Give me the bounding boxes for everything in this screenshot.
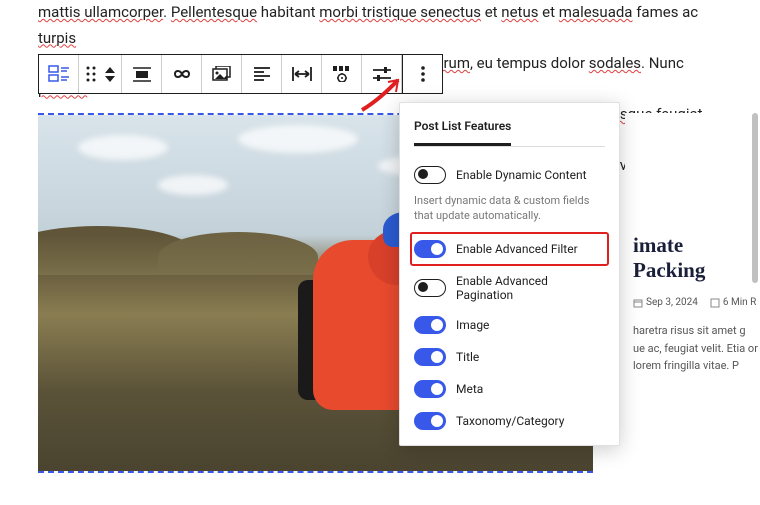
toggle-label: Image [456, 318, 489, 332]
calendar-icon: Sep 3, 2024 [633, 297, 698, 308]
clock-icon: 6 Min R [710, 297, 756, 308]
toggle-advfilter[interactable] [414, 240, 446, 258]
toggle-label: Title [456, 350, 479, 364]
infinity-icon[interactable] [162, 55, 202, 93]
toggle-row-tax[interactable]: Taxonomy/Category [414, 405, 605, 437]
sliders-icon[interactable] [362, 55, 402, 93]
sidebar-post-card: imate Packing Sep 3, 2024 6 Min R haretr… [625, 113, 760, 473]
toggle-title[interactable] [414, 348, 446, 366]
align-icon[interactable] [122, 55, 162, 93]
toggle-row-advpag[interactable]: Enable Advanced Pagination [414, 267, 605, 309]
columns-settings-icon[interactable] [322, 55, 362, 93]
more-icon[interactable] [402, 55, 442, 93]
image-stack-icon[interactable] [202, 55, 242, 93]
toggle-meta[interactable] [414, 380, 446, 398]
toggle-row-advfilter[interactable]: Enable Advanced Filter [410, 232, 609, 266]
post-title[interactable]: imate Packing [633, 233, 760, 283]
block-toolbar [38, 54, 443, 94]
toggle-label: Enable Dynamic Content [456, 168, 587, 182]
toggle-help: Insert dynamic data & custom fields that… [414, 193, 605, 224]
features-dropdown: Post List Features Enable Dynamic Conten… [399, 102, 620, 446]
width-icon[interactable] [282, 55, 322, 93]
toggle-label: Enable Advanced Pagination [456, 274, 605, 302]
toggle-image[interactable] [414, 316, 446, 334]
toggle-tax[interactable] [414, 412, 446, 430]
toggle-dynamic[interactable] [414, 166, 446, 184]
toggle-label: Meta [456, 382, 483, 396]
toggle-label: Enable Advanced Filter [456, 242, 578, 256]
post-excerpt: haretra risus sit amet g ue ac, feugiat … [633, 322, 760, 375]
toggle-row-image[interactable]: Image [414, 309, 605, 341]
layout-icon[interactable] [39, 55, 79, 93]
toggle-row-title[interactable]: Title [414, 341, 605, 373]
move-arrows-icon[interactable] [103, 67, 121, 82]
drag-icon[interactable] [79, 66, 103, 82]
dropdown-title: Post List Features [414, 119, 511, 146]
text-line-1: mattis ullamcorper. Pellentesque habitan… [38, 3, 698, 47]
scrollbar[interactable] [752, 113, 758, 283]
toggle-advpag[interactable] [414, 279, 446, 297]
text-align-icon[interactable] [242, 55, 282, 93]
toggle-label: Taxonomy/Category [456, 414, 564, 428]
toggle-row-dynamic[interactable]: Enable Dynamic Content [414, 159, 605, 191]
toggle-row-meta[interactable]: Meta [414, 373, 605, 405]
